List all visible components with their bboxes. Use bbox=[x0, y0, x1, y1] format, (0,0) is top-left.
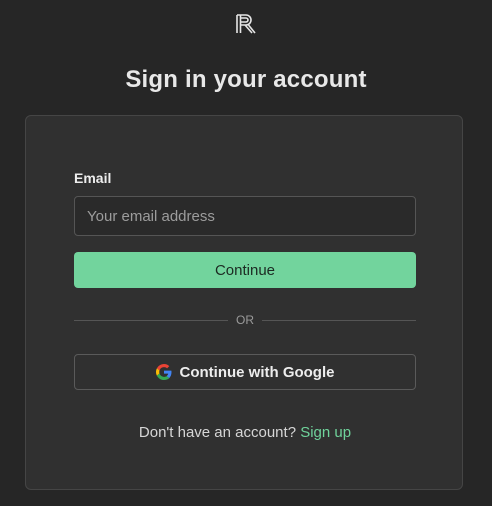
signup-row: Don't have an account? Sign up bbox=[26, 424, 464, 441]
google-icon bbox=[155, 364, 172, 380]
email-field[interactable] bbox=[74, 196, 416, 236]
continue-with-google-button[interactable]: Continue with Google bbox=[74, 354, 416, 390]
google-button-label: Continue with Google bbox=[179, 363, 335, 381]
page-title: Sign in your account bbox=[125, 66, 367, 93]
signup-link[interactable]: Sign up bbox=[300, 424, 351, 441]
or-divider: OR bbox=[74, 312, 416, 328]
r-logo-icon bbox=[234, 13, 256, 35]
divider-line-right bbox=[262, 320, 416, 321]
signup-prompt: Don't have an account? bbox=[138, 424, 297, 441]
continue-button[interactable]: Continue bbox=[74, 252, 416, 288]
email-label: Email bbox=[74, 170, 112, 186]
signin-card: Email Continue OR Continue with Google D… bbox=[25, 115, 463, 490]
